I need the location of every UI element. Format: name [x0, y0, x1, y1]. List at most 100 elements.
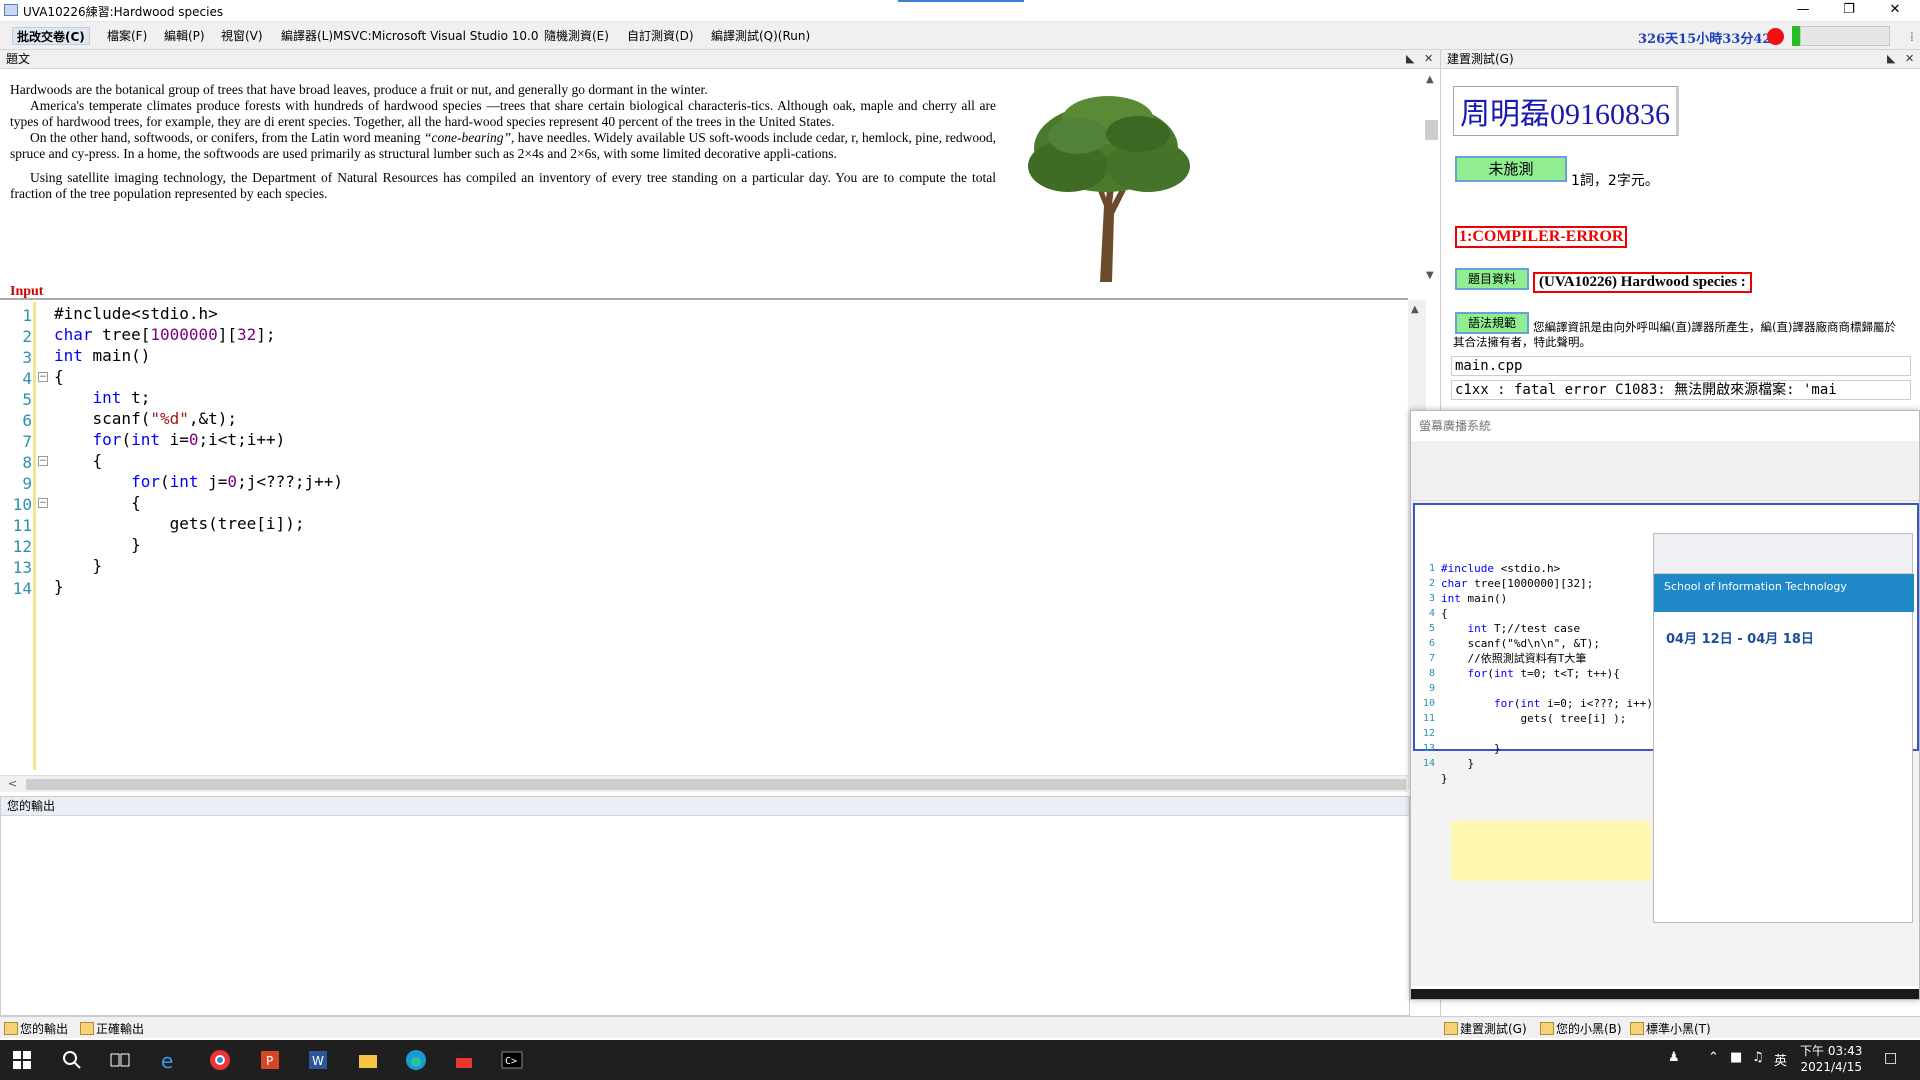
output-panel: 您的輸出	[0, 796, 1410, 1016]
panel-close-icon[interactable]: ✕	[1905, 50, 1914, 68]
line-number: 8	[22, 453, 32, 472]
file-explorer-icon[interactable]	[356, 1048, 380, 1072]
broadcast-line-numbers: 1 2 3 4 5 6 7 8 9 10 11 12 13 14	[1422, 563, 1435, 769]
line-number: 11	[12, 516, 32, 535]
tab-standard-console[interactable]: 標準小黑(T)	[1630, 1020, 1711, 1037]
compile-error-line: c1xx : fatal error C1083: 無法開啟來源檔案: 'mai	[1451, 380, 1911, 400]
broadcast-taskbar	[1411, 989, 1919, 999]
problem-scrollbar[interactable]: ▲ ▼	[1423, 70, 1440, 298]
broadcast-title: 螢幕廣播系統	[1419, 419, 1492, 433]
scroll-left-icon[interactable]: <	[8, 777, 17, 790]
tab-your-console[interactable]: 您的小黑(B)	[1540, 1020, 1622, 1037]
app-icon	[4, 4, 18, 16]
scroll-up-icon[interactable]: ▲	[1426, 74, 1434, 85]
code-editor[interactable]: 1 2 3 4 5 6 7 8 9 10 11 12 13 14 − − − #…	[0, 298, 1408, 792]
source-filename: main.cpp	[1451, 356, 1911, 376]
network-icon[interactable]: ■	[1730, 1050, 1742, 1065]
broadcast-spreadsheet	[1451, 821, 1651, 881]
word-icon[interactable]: W	[306, 1048, 330, 1072]
menu-file[interactable]: 檔案(F)	[103, 27, 151, 45]
scroll-up-icon[interactable]: ▲	[1411, 304, 1419, 315]
menu-compiler[interactable]: 編譯器(L)MSVC:Microsoft Visual Studio 10.0	[277, 27, 542, 45]
problem-paragraph: America's temperate climates produce for…	[10, 98, 996, 129]
menu-view[interactable]: 視窗(V)	[217, 27, 267, 45]
bottom-tabs: 您的輸出 正確輸出	[0, 1016, 1440, 1038]
tab-your-output[interactable]: 您的輸出	[4, 1020, 68, 1037]
line-number: 5	[22, 390, 32, 409]
grip-icon: ⁞	[1910, 30, 1914, 44]
system-clock[interactable]: 下午 03:43 2021/4/15	[1800, 1043, 1862, 1075]
problem-panel: 題文 ◣ ✕ Hardwoods are the botanical group…	[0, 50, 1440, 299]
fold-toggle-icon[interactable]: −	[38, 498, 48, 508]
notification-icon[interactable]: □	[1884, 1050, 1897, 1066]
output-panel-title: 您的輸出	[7, 799, 56, 813]
scroll-thumb[interactable]	[26, 779, 1406, 790]
editor-hscrollbar[interactable]: <	[0, 775, 1408, 792]
code-line: int t;	[92, 388, 151, 407]
fold-toggle-icon[interactable]: −	[38, 372, 48, 382]
line-number-gutter: 1 2 3 4 5 6 7 8 9 10 11 12 13 14	[0, 302, 36, 770]
close-icon[interactable]: ✕	[1872, 0, 1918, 22]
svg-text:C>: C>	[505, 1056, 517, 1067]
apple-icon	[1767, 28, 1784, 45]
menu-random-test[interactable]: 隨機測資(E)	[540, 27, 613, 45]
terminal-icon[interactable]: C>	[500, 1048, 524, 1072]
task-view-icon[interactable]	[108, 1048, 132, 1072]
edge-icon[interactable]	[404, 1048, 428, 1072]
line-number: 14	[12, 579, 32, 598]
tab-correct-output[interactable]: 正確輸出	[80, 1020, 144, 1037]
code-line: #include<stdio.h>	[54, 304, 218, 323]
code-line: scanf("%d",&t);	[54, 409, 238, 428]
problem-paragraph: On the other hand, softwoods, or conifer…	[10, 130, 996, 162]
broadcast-browser: School of Information Technology 04月 12日…	[1653, 533, 1914, 923]
problem-info-button[interactable]: 題目資料	[1455, 268, 1529, 290]
ime-icon[interactable]: 英	[1774, 1050, 1787, 1069]
menu-compile-run[interactable]: 編譯測試(Q)(Run)	[707, 27, 814, 45]
code-line: }	[54, 577, 64, 596]
title-bar: UVA10226練習:Hardwood species — ❐ ✕	[0, 0, 1920, 22]
browser-toolbar	[1654, 534, 1912, 574]
restore-icon[interactable]: ❐	[1826, 0, 1872, 22]
menu-bar: 批改交卷(C) 檔案(F) 編輯(P) 視窗(V) 編譯器(L)MSVC:Mic…	[0, 22, 1920, 50]
menu-submit[interactable]: 批改交卷(C)	[12, 27, 90, 45]
code-line: gets(tree[i]);	[54, 514, 305, 533]
line-number: 3	[22, 348, 32, 367]
line-number: 1	[22, 306, 32, 325]
panel-close-icon[interactable]: ✕	[1424, 50, 1433, 68]
scroll-down-icon[interactable]: ▼	[1426, 270, 1434, 281]
problem-paragraph: Hardwoods are the botanical group of tre…	[10, 82, 708, 97]
status-button[interactable]: 未施測	[1455, 156, 1567, 182]
line-number: 12	[12, 537, 32, 556]
pin-icon[interactable]: ◣	[1406, 50, 1414, 68]
volume-icon[interactable]: ♫	[1752, 1050, 1764, 1065]
tab-build-test[interactable]: 建置測試(G)	[1444, 1020, 1527, 1037]
app-icon[interactable]	[452, 1048, 476, 1072]
legal-text: 您編譯資訊是由向外呼叫編(直)譯器所產生，編(直)譯器廠商商標歸屬於其合法擁有者…	[1453, 320, 1896, 349]
progress-indicator	[1792, 26, 1800, 46]
powerpoint-icon[interactable]: P	[258, 1048, 282, 1072]
problem-emphasis: “cone-bearing”	[423, 130, 511, 145]
pin-icon[interactable]: ◣	[1887, 50, 1895, 68]
line-number: 6	[22, 411, 32, 430]
people-icon[interactable]: ♟	[1668, 1050, 1680, 1065]
school-banner: School of Information Technology	[1654, 574, 1914, 612]
chrome-icon[interactable]	[208, 1048, 232, 1072]
taskbar: e P W C> ♟ ⌃ ■ ♫ 英 下午 03:43 2021/4/15 □	[0, 1040, 1920, 1080]
scroll-thumb[interactable]	[1425, 120, 1438, 140]
fold-toggle-icon[interactable]: −	[38, 456, 48, 466]
countdown-timer: 326天15小時33分42秒	[1638, 32, 1785, 47]
screen-broadcast-window[interactable]: 螢幕廣播系統 1 2 3 4 5 6 7 8 9 10 11 12 13 14 …	[1410, 410, 1920, 1000]
problem-text-span: On the other hand, softwoods, or conifer…	[30, 130, 421, 145]
tray-chevron-icon[interactable]: ⌃	[1708, 1050, 1719, 1065]
windows-start-icon[interactable]	[10, 1048, 34, 1072]
internet-explorer-icon[interactable]: e	[158, 1048, 182, 1072]
minimize-icon[interactable]: —	[1780, 0, 1826, 22]
menu-custom-test[interactable]: 自訂測資(D)	[623, 27, 698, 45]
progress-track	[1800, 26, 1890, 46]
menu-edit[interactable]: 編輯(P)	[160, 27, 209, 45]
right-tabs: 建置測試(G) 您的小黑(B) 標準小黑(T)	[1440, 1016, 1920, 1038]
code-line: }	[54, 556, 103, 575]
svg-text:e: e	[161, 1049, 173, 1072]
search-icon[interactable]	[60, 1048, 84, 1072]
clock-time: 下午 03:43	[1800, 1044, 1863, 1058]
